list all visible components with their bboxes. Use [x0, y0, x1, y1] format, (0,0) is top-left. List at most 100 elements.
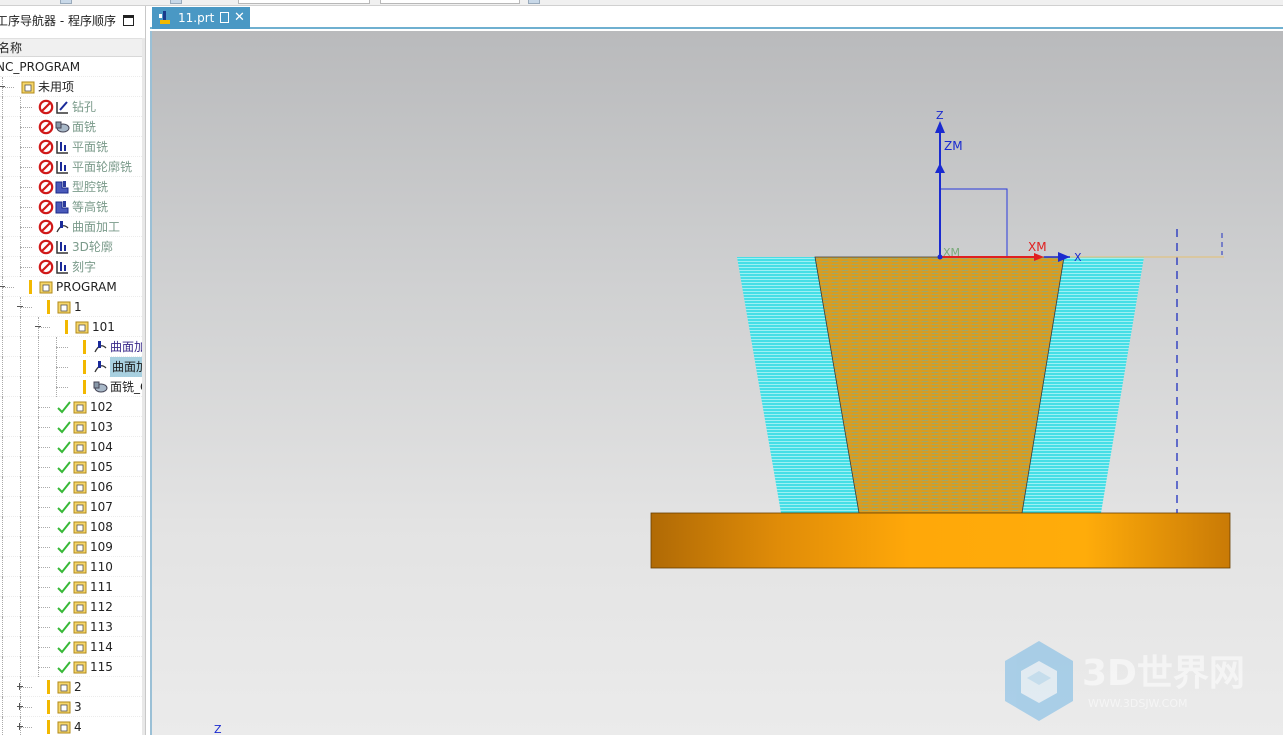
tree-row[interactable]: 107	[0, 497, 142, 517]
collapse-icon[interactable]	[0, 286, 5, 287]
graphics-viewport[interactable]: Z ZM XM XM X Z 3D世界网 WWW.3DSJW.COM	[150, 31, 1283, 735]
tree-row[interactable]: 104	[0, 437, 142, 457]
watermark-brand: 3D世界网	[1082, 653, 1245, 694]
tree-connector	[20, 377, 21, 397]
tree-row[interactable]: 平面铣	[0, 137, 142, 157]
program-folder-icon	[56, 679, 72, 695]
tree-row[interactable]: 112	[0, 597, 142, 617]
tree-row-label: 面铣_C	[110, 380, 146, 394]
tree-row-label: 114	[90, 640, 113, 654]
tree-row[interactable]: 114	[0, 637, 142, 657]
planar-mill-icon	[54, 259, 70, 275]
tree-row[interactable]: 106	[0, 477, 142, 497]
tree-row[interactable]: 102	[0, 397, 142, 417]
axis-label-z: Z	[936, 109, 944, 122]
tree-row[interactable]: PROGRAM	[0, 277, 142, 297]
tree-connector	[38, 447, 50, 448]
tree-row[interactable]: 103	[0, 417, 142, 437]
tree-row[interactable]: 钻孔	[0, 97, 142, 117]
collapse-icon[interactable]	[17, 306, 23, 307]
check-icon	[56, 579, 72, 595]
tree-row-label: 108	[90, 520, 113, 534]
expand-icon[interactable]	[17, 723, 23, 730]
tree-connector	[20, 537, 21, 557]
tree-row[interactable]: 曲面加工	[0, 337, 145, 357]
tree-row[interactable]: 101	[0, 317, 142, 337]
tree-row[interactable]: 3D轮廓	[0, 237, 142, 257]
toolbar-combo[interactable]	[238, 0, 370, 4]
expand-icon[interactable]	[17, 683, 23, 690]
toolbar-icon[interactable]	[60, 0, 72, 4]
tree-row[interactable]: 曲面加工	[0, 357, 145, 377]
tree-row[interactable]: 105	[0, 457, 142, 477]
tree-row[interactable]: 3	[0, 697, 142, 717]
tree-connector	[20, 497, 21, 517]
tree-connector	[38, 427, 50, 428]
tree-connector	[2, 617, 3, 637]
tree-row[interactable]: 109	[0, 537, 142, 557]
tab-detach-icon[interactable]	[220, 12, 229, 23]
column-header[interactable]: 名称	[0, 38, 142, 57]
tree-row[interactable]: 110	[0, 557, 142, 577]
tree-connector	[20, 687, 32, 688]
tree-row[interactable]: 面铣	[0, 117, 142, 137]
toolbar-icon[interactable]	[528, 0, 540, 4]
tree-connector	[20, 707, 32, 708]
tree-row[interactable]: 115	[0, 657, 142, 677]
tab-close-icon[interactable]: ✕	[234, 7, 245, 29]
tree-row[interactable]: 4	[0, 717, 142, 735]
tree-row[interactable]: 等高铣	[0, 197, 142, 217]
tree-row-label: 未用项	[38, 80, 75, 94]
tree-row[interactable]: 型腔铣	[0, 177, 142, 197]
toolbar-icon[interactable]	[170, 0, 182, 4]
tree-row[interactable]: 113	[0, 617, 142, 637]
program-folder-icon	[72, 639, 88, 655]
cavity-mill-icon	[54, 179, 70, 195]
tree-row[interactable]: 108	[0, 517, 142, 537]
warning-bar-icon	[47, 720, 50, 734]
tree-connector	[2, 577, 3, 597]
maximize-icon[interactable]	[123, 15, 134, 26]
tree-row-label: 平面轮廓铣	[72, 160, 133, 174]
tree-connector	[56, 347, 68, 348]
tree-row-label: 4	[74, 720, 82, 734]
tree-connector	[2, 177, 3, 197]
tree-connector	[2, 697, 3, 717]
tree-row-label: 钻孔	[72, 100, 97, 114]
check-icon	[56, 559, 72, 575]
tree-connector	[2, 87, 14, 88]
tree-row[interactable]: 未用项	[0, 77, 142, 97]
no-entry-icon	[38, 199, 54, 215]
tree-row-label: 等高铣	[72, 200, 109, 214]
program-folder-icon	[72, 499, 88, 515]
check-icon	[56, 459, 72, 475]
program-folder-icon	[56, 699, 72, 715]
program-folder-icon	[72, 559, 88, 575]
tree-row-label: 110	[90, 560, 113, 574]
tree-row[interactable]: 1	[0, 297, 142, 317]
program-folder-icon	[72, 419, 88, 435]
tree-row[interactable]: 面铣_C	[0, 377, 145, 397]
tree-row[interactable]: NC_PROGRAM	[0, 57, 142, 77]
check-icon	[56, 439, 72, 455]
tree-row[interactable]: 曲面加工	[0, 217, 142, 237]
collapse-icon[interactable]	[35, 326, 41, 327]
program-folder-icon	[56, 299, 72, 315]
tab-filename: 11.prt	[178, 11, 215, 25]
program-folder-icon	[38, 279, 54, 295]
tree-row-label: 平面铣	[72, 140, 109, 154]
collapse-icon[interactable]	[0, 86, 5, 87]
tree-row[interactable]: 平面轮廓铣	[0, 157, 142, 177]
tree-row[interactable]: 刻字	[0, 257, 142, 277]
toolbar-combo[interactable]	[380, 0, 520, 4]
tree-connector	[2, 417, 3, 437]
tab-11-prt[interactable]: 11.prt ✕	[152, 7, 250, 29]
tree-row[interactable]: 111	[0, 577, 142, 597]
cam-scene: Z ZM XM XM X Z 3D世界网 WWW.3DSJW.COM	[214, 109, 1245, 735]
tree-row[interactable]: 2	[0, 677, 142, 697]
tree-connector	[20, 357, 21, 377]
expand-icon[interactable]	[17, 703, 23, 710]
tree-connector	[38, 487, 50, 488]
program-folder-icon	[72, 619, 88, 635]
navigator-scrollbar[interactable]	[142, 38, 145, 735]
